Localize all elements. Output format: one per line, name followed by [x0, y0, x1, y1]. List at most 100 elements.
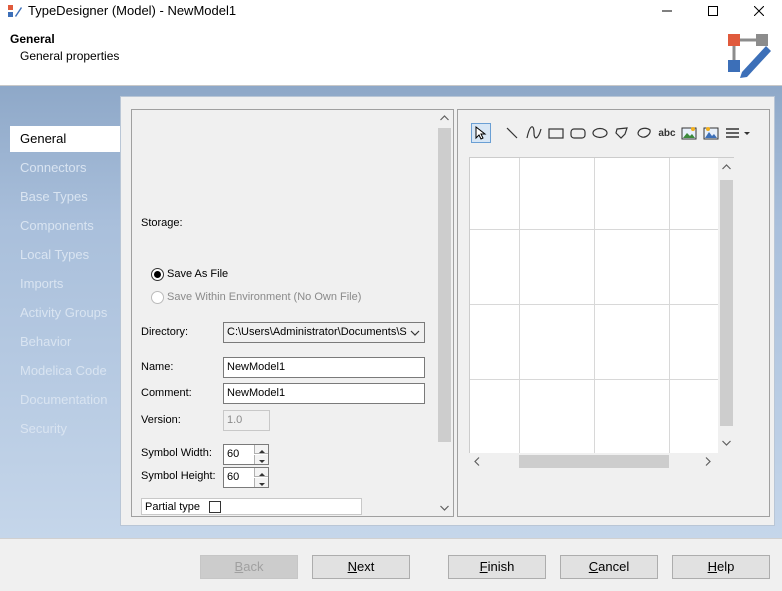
text-tool-label: abc	[658, 127, 676, 139]
canvas-vertical-scrollbar[interactable]	[718, 158, 734, 453]
help-button-mnemonic: H	[707, 559, 718, 574]
rounded-rectangle-tool-button[interactable]	[568, 123, 588, 143]
save-within-environment-radio[interactable]	[151, 291, 164, 304]
version-input[interactable]: 1.0	[223, 410, 270, 431]
save-as-file-label: Save As File	[167, 268, 229, 280]
properties-scrollbar[interactable]	[436, 110, 453, 516]
scroll-down-icon[interactable]	[722, 440, 731, 446]
scroll-down-icon[interactable]	[440, 505, 449, 511]
directory-label: Directory:	[141, 326, 189, 338]
cancel-button-label: ancel	[598, 559, 630, 574]
nav-item-modelica-code[interactable]: Modelica Code	[10, 358, 120, 384]
ellipse-tool-button[interactable]	[590, 123, 610, 143]
line-style-icon	[726, 128, 750, 138]
symbol-width-label: Symbol Width:	[141, 447, 212, 459]
nav-item-security[interactable]: Security	[10, 416, 120, 442]
scroll-left-icon[interactable]	[474, 457, 480, 466]
symbol-height-up-button[interactable]	[254, 468, 268, 477]
rounded-rectangle-icon	[570, 128, 586, 139]
partial-type-label: Partial type	[145, 501, 201, 513]
canvas-grid	[470, 158, 734, 453]
storage-label: Storage:	[141, 217, 183, 229]
caret-down-icon	[259, 460, 265, 463]
wizard-footer: Back Next Finish Cancel Help	[0, 538, 782, 591]
rectangle-icon	[548, 128, 564, 139]
canvas-horizontal-scrollbar[interactable]	[469, 453, 734, 470]
name-label: Name:	[141, 361, 174, 373]
nav-item-imports[interactable]: Imports	[10, 271, 120, 297]
rectangle-tool-button[interactable]	[546, 123, 566, 143]
partial-type-row: Partial type	[141, 498, 362, 515]
line-style-dropdown[interactable]	[724, 123, 754, 143]
scroll-right-icon[interactable]	[705, 457, 711, 466]
app-icon	[8, 5, 22, 17]
line-tool-button[interactable]	[502, 123, 522, 143]
symbol-width-stepper[interactable]: 60	[223, 444, 269, 465]
text-tool-button[interactable]: abc	[656, 123, 678, 143]
content-panel: Storage: Save As File Save Within Enviro…	[120, 96, 775, 526]
nav-item-general[interactable]: General	[10, 126, 120, 152]
closed-curve-tool-button[interactable]	[634, 123, 654, 143]
version-label: Version:	[141, 414, 181, 426]
close-button[interactable]	[736, 0, 782, 22]
canvas-vertical-scrollbar-thumb[interactable]	[720, 180, 733, 426]
save-within-environment-label: Save Within Environment (No Own File)	[167, 291, 362, 303]
nav-item-local-types[interactable]: Local Types	[10, 242, 120, 268]
wizard-header: General General properties	[0, 22, 782, 86]
symbol-height-value: 60	[227, 471, 240, 483]
help-button[interactable]: Help	[672, 555, 770, 579]
picture-icon	[703, 127, 719, 140]
window-title: TypeDesigner (Model) - NewModel1	[28, 3, 237, 18]
page-title: General	[10, 32, 55, 46]
directory-value: C:\Users\Administrator\Documents\S	[227, 326, 407, 338]
nav-item-behavior[interactable]: Behavior	[10, 329, 120, 355]
maximize-button[interactable]	[690, 0, 736, 22]
image-icon	[681, 127, 697, 140]
chevron-down-icon	[410, 330, 420, 336]
line-icon	[506, 127, 518, 139]
symbol-height-down-button[interactable]	[254, 478, 268, 487]
next-button[interactable]: Next	[312, 555, 410, 579]
symbol-height-label: Symbol Height:	[141, 470, 216, 482]
icon-canvas[interactable]	[469, 157, 734, 453]
pointer-arrow-icon	[475, 126, 487, 140]
nav-item-components[interactable]: Components	[10, 213, 120, 239]
scroll-up-icon[interactable]	[440, 115, 449, 121]
finish-button[interactable]: Finish	[448, 555, 546, 579]
symbol-height-stepper[interactable]: 60	[223, 467, 269, 488]
symbol-width-down-button[interactable]	[254, 455, 268, 464]
minimize-button[interactable]	[644, 0, 690, 22]
partial-type-checkbox[interactable]	[209, 501, 221, 513]
nav-item-activity-groups[interactable]: Activity Groups	[10, 300, 120, 326]
comment-input[interactable]: NewModel1	[223, 383, 425, 404]
symbol-width-value: 60	[227, 448, 240, 460]
ellipse-icon	[592, 127, 608, 139]
insert-image-tool-button[interactable]	[679, 123, 699, 143]
nav-item-connectors[interactable]: Connectors	[10, 155, 120, 181]
comment-label: Comment:	[141, 387, 192, 399]
polygon-tool-button[interactable]	[612, 123, 632, 143]
curve-icon	[526, 126, 542, 139]
page-subtitle: General properties	[20, 49, 120, 63]
curve-tool-button[interactable]	[524, 123, 544, 143]
properties-scrollbar-thumb[interactable]	[438, 128, 451, 442]
select-tool-button[interactable]	[471, 123, 491, 143]
symbol-width-up-button[interactable]	[254, 445, 268, 454]
caret-down-icon	[259, 483, 265, 486]
save-as-file-radio[interactable]	[151, 268, 164, 281]
cancel-button-mnemonic: C	[588, 559, 599, 574]
scroll-up-icon[interactable]	[722, 164, 731, 170]
back-button[interactable]: Back	[200, 555, 298, 579]
cancel-button[interactable]: Cancel	[560, 555, 658, 579]
nav-item-base-types[interactable]: Base Types	[10, 184, 120, 210]
finish-button-mnemonic: F	[479, 559, 488, 574]
insert-picture-tool-button[interactable]	[701, 123, 721, 143]
help-button-label: elp	[717, 559, 735, 574]
name-input[interactable]: NewModel1	[223, 357, 425, 378]
directory-dropdown[interactable]: C:\Users\Administrator\Documents\S	[223, 322, 425, 343]
closed-curve-icon	[637, 127, 651, 138]
canvas-horizontal-scrollbar-thumb[interactable]	[519, 455, 669, 468]
nav-item-documentation[interactable]: Documentation	[10, 387, 120, 413]
type-designer-logo-icon	[728, 34, 771, 78]
main-area: General Connectors Base Types Components…	[0, 86, 782, 538]
